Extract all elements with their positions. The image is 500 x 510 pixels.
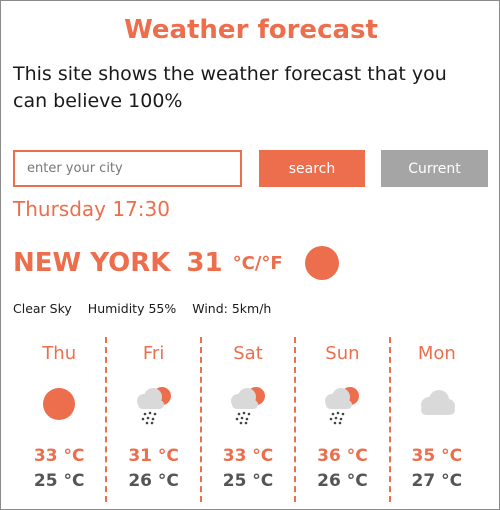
min-temperature: 26 °C <box>128 471 179 491</box>
current-datetime: Thursday 17:30 <box>13 197 170 221</box>
page-title: Weather forecast <box>124 15 378 45</box>
current-location-button[interactable]: Current <box>381 150 488 187</box>
max-temperature: 33 °C <box>222 446 274 466</box>
max-temperature: 33 °C <box>33 446 85 466</box>
current-weather: NEW YORK 31 °C/°F <box>13 243 339 283</box>
min-temperature: 26 °C <box>317 471 368 491</box>
day-name: Fri <box>142 343 165 364</box>
forecast-day: Thu 33 °C 25 °C <box>13 337 105 502</box>
forecast-day: Fri 31 °C 26 °C <box>105 337 199 502</box>
unit-toggle[interactable]: °C/°F <box>233 253 283 274</box>
day-name: Sun <box>325 343 360 364</box>
current-temperature: 31 <box>186 248 223 278</box>
day-name: Thu <box>42 343 77 364</box>
cloud-sun-rain-icon <box>231 387 266 425</box>
day-name: Sat <box>233 343 263 364</box>
max-temperature: 36 °C <box>317 446 368 466</box>
sun-icon <box>304 246 339 280</box>
forecast-day: Sat 33 °C 25 °C <box>199 337 294 502</box>
tagline: This site shows the weather forecast tha… <box>13 63 447 112</box>
min-temperature: 25 °C <box>222 471 274 491</box>
city-name: NEW YORK <box>13 248 171 278</box>
condition-text: Clear Sky <box>13 301 72 316</box>
wind-text: Wind: 5km/h <box>192 301 272 316</box>
search-button[interactable]: search <box>259 150 365 187</box>
forecast-list: Thu 33 °C 25 °C Fri 31 °C 26 °C Sat 33 °… <box>13 337 483 502</box>
city-search-input[interactable] <box>13 150 242 187</box>
sun-icon <box>43 388 76 420</box>
cloud-sun-rain-icon <box>136 387 171 425</box>
max-temperature: 31 °C <box>128 446 179 466</box>
min-temperature: 25 °C <box>33 471 85 491</box>
cloud-icon <box>420 390 455 415</box>
min-temperature: 27 °C <box>411 471 463 491</box>
cloud-sun-rain-icon <box>325 387 360 425</box>
weather-details: Clear Sky Humidity 55% Wind: 5km/h <box>13 301 271 316</box>
app-window: Weather forecast This site shows the wea… <box>0 0 500 510</box>
forecast-day: Sun 36 °C 26 °C <box>294 337 388 502</box>
max-temperature: 35 °C <box>411 446 463 466</box>
forecast-day: Mon 35 °C 27 °C <box>388 337 483 502</box>
day-name: Mon <box>417 343 456 364</box>
humidity-text: Humidity 55% <box>87 301 177 316</box>
